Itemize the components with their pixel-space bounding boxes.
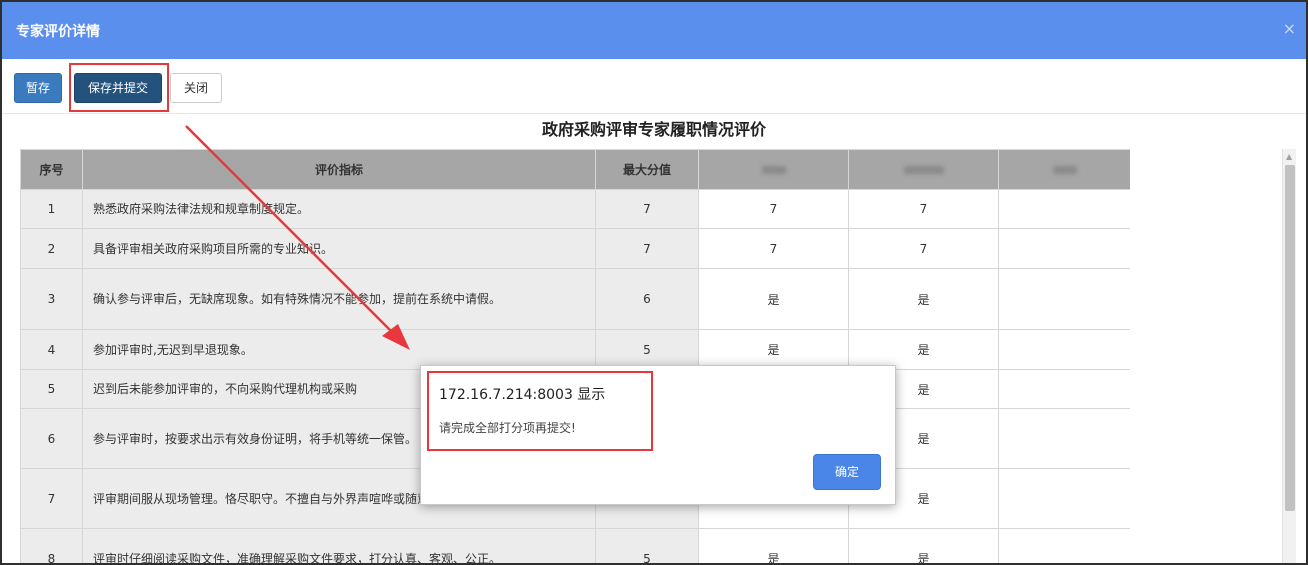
header-seq: 序号 [20, 149, 83, 190]
table-row: 3 确认参与评审后，无缺席现象。如有特殊情况不能参加，提前在系统中请假。 6 是… [20, 268, 1130, 330]
row-indicator: 具备评审相关政府采购项目所需的专业知识。 [82, 228, 596, 269]
score-cell[interactable] [998, 408, 1130, 469]
alert-ok-button[interactable]: 确定 [813, 454, 881, 490]
dialog-titlebar: 专家评价详情 × [2, 2, 1306, 59]
table-row: 4 参加评审时,无迟到早退现象。 5 是 是 [20, 329, 1130, 370]
dialog-title: 专家评价详情 [16, 24, 100, 40]
score-cell[interactable]: 是 [848, 268, 999, 330]
score-cell[interactable] [998, 528, 1130, 563]
row-max-score: 7 [595, 189, 699, 229]
score-cell[interactable]: 是 [698, 528, 849, 563]
row-indicator: 参加评审时,无迟到早退现象。 [82, 329, 596, 370]
score-cell[interactable]: 7 [848, 189, 999, 229]
row-seq: 6 [20, 408, 83, 469]
score-cell[interactable]: 7 [698, 189, 849, 229]
score-cell[interactable]: 是 [698, 329, 849, 370]
scrollbar-thumb[interactable] [1285, 165, 1295, 511]
close-button[interactable]: 关闭 [170, 73, 222, 103]
score-cell[interactable]: 7 [698, 228, 849, 269]
score-cell[interactable]: 是 [848, 528, 999, 563]
row-max-score: 5 [595, 329, 699, 370]
score-cell[interactable] [998, 329, 1130, 370]
row-seq: 1 [20, 189, 83, 229]
table-row: 1 熟悉政府采购法律法规和规章制度规定。 7 7 7 [20, 189, 1130, 229]
row-seq: 7 [20, 468, 83, 529]
window-frame: 专家评价详情 × 暂存 保存并提交 关闭 政府采购评审专家履职情况评价 序号 评… [0, 0, 1308, 565]
score-cell[interactable] [998, 189, 1130, 229]
row-seq: 8 [20, 528, 83, 563]
header-max-score: 最大分值 [595, 149, 699, 190]
score-cell[interactable]: 是 [698, 268, 849, 330]
row-indicator: 确认参与评审后，无缺席现象。如有特殊情况不能参加，提前在系统中请假。 [82, 268, 596, 330]
header-expert-2 [848, 149, 999, 190]
toolbar: 暂存 保存并提交 关闭 [2, 59, 1306, 114]
row-seq: 3 [20, 268, 83, 330]
score-cell[interactable]: 是 [848, 329, 999, 370]
row-max-score: 6 [595, 268, 699, 330]
table-header-row: 序号 评价指标 最大分值 [20, 149, 1130, 190]
header-expert-1 [698, 149, 849, 190]
header-indicator: 评价指标 [82, 149, 596, 190]
header-expert-3 [998, 149, 1130, 190]
row-seq: 5 [20, 369, 83, 409]
score-cell[interactable]: 7 [848, 228, 999, 269]
alert-highlight-box [427, 371, 653, 451]
row-indicator: 熟悉政府采购法律法规和规章制度规定。 [82, 189, 596, 229]
row-seq: 2 [20, 228, 83, 269]
score-cell[interactable] [998, 468, 1130, 529]
score-cell[interactable] [998, 369, 1130, 409]
vertical-scrollbar[interactable]: ▲ [1282, 149, 1296, 563]
table-row: 2 具备评审相关政府采购项目所需的专业知识。 7 7 7 [20, 228, 1130, 269]
submit-highlight-box [69, 63, 169, 112]
score-cell[interactable] [998, 268, 1130, 330]
row-max-score: 7 [595, 228, 699, 269]
page-title: 政府采购评审专家履职情况评价 [541, 120, 766, 139]
save-draft-button[interactable]: 暂存 [14, 73, 62, 103]
scroll-up-arrow-icon[interactable]: ▲ [1286, 152, 1292, 161]
table-row: 8 评审时仔细阅读采购文件，准确理解采购文件要求，打分认真、客观、公正。 5 是… [20, 528, 1130, 563]
row-seq: 4 [20, 329, 83, 370]
score-cell[interactable] [998, 228, 1130, 269]
row-max-score: 5 [595, 528, 699, 563]
row-indicator: 评审时仔细阅读采购文件，准确理解采购文件要求，打分认真、客观、公正。 [82, 528, 596, 563]
close-icon[interactable]: × [1283, 19, 1296, 38]
